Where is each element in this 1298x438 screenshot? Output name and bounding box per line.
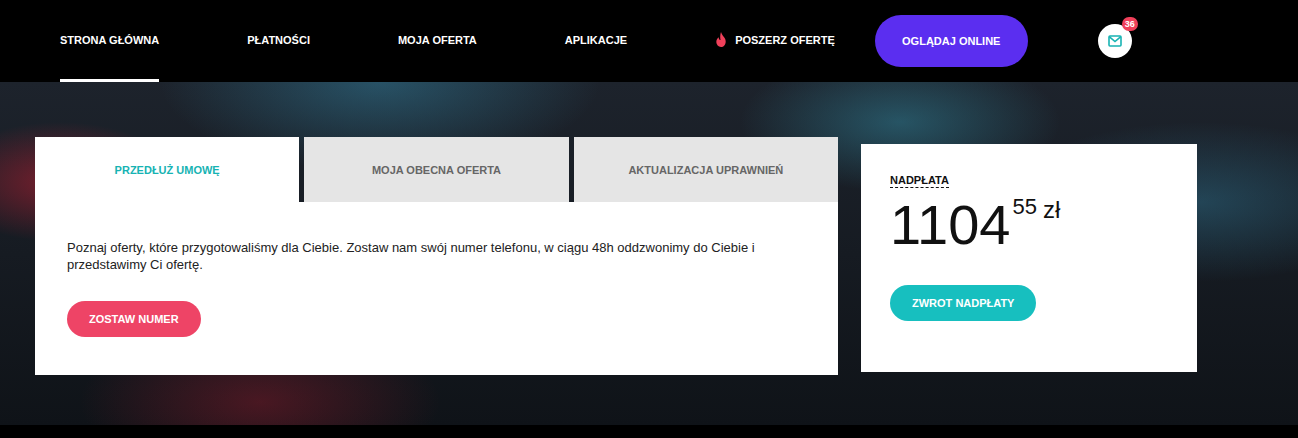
nav-item[interactable]: PŁATNOŚCI (247, 0, 310, 82)
envelope-icon (1108, 35, 1122, 47)
tab[interactable]: PRZEDŁUŻ UMOWĘ (35, 137, 299, 202)
watch-online-button[interactable]: OGLĄDAJ ONLINE (875, 15, 1028, 67)
nav-label: APLIKACJE (565, 34, 627, 46)
offer-text: Poznaj oferty, które przygotowaliśmy dla… (67, 239, 787, 273)
tab-content: Poznaj oferty, które przygotowaliśmy dla… (35, 202, 838, 375)
nav-label: STRONA GŁÓWNA (60, 34, 159, 46)
nav-list: STRONA GŁÓWNA PŁATNOŚCI MOJA OFERTA APLI… (60, 0, 835, 82)
nav-label: MOJA OFERTA (398, 34, 477, 46)
nav-label: POSZERZ OFERTĘ (735, 34, 835, 46)
top-nav: STRONA GŁÓWNA PŁATNOŚCI MOJA OFERTA APLI… (0, 0, 1298, 82)
page: STRONA GŁÓWNA PŁATNOŚCI MOJA OFERTA APLI… (0, 0, 1298, 438)
nav-item[interactable]: POSZERZ OFERTĘ (715, 0, 835, 82)
amount-main: 1104 (890, 193, 1010, 256)
nav-item[interactable]: MOJA OFERTA (398, 0, 477, 82)
balance-label: NADPŁATA (890, 174, 949, 188)
tab[interactable]: MOJA OBECNA OFERTA (304, 137, 568, 202)
balance-card: NADPŁATA 110455 zł ZWROT NADPŁATY (861, 144, 1197, 372)
bottom-strip (0, 425, 1298, 438)
leave-number-button[interactable]: ZOSTAW NUMER (67, 301, 201, 337)
contract-card: PRZEDŁUŻ UMOWĘMOJA OBECNA OFERTAAKTUALIZ… (35, 137, 838, 375)
nav-item[interactable]: STRONA GŁÓWNA (60, 0, 159, 82)
nav-label: PŁATNOŚCI (247, 34, 310, 46)
refund-button[interactable]: ZWROT NADPŁATY (890, 285, 1036, 321)
balance-amount: 110455 zł (890, 196, 1168, 253)
tab-bar: PRZEDŁUŻ UMOWĘMOJA OBECNA OFERTAAKTUALIZ… (35, 137, 838, 202)
currency: zł (1043, 196, 1060, 223)
nav-item[interactable]: APLIKACJE (565, 0, 627, 82)
messages-badge: 36 (1122, 17, 1138, 31)
background-image: PRZEDŁUŻ UMOWĘMOJA OBECNA OFERTAAKTUALIZ… (0, 82, 1298, 425)
flame-icon (715, 32, 727, 47)
tab[interactable]: AKTUALIZACJA UPRAWNIEŃ (574, 137, 838, 202)
messages-button[interactable]: 36 (1098, 24, 1132, 58)
amount-fraction: 55 (1012, 194, 1036, 219)
